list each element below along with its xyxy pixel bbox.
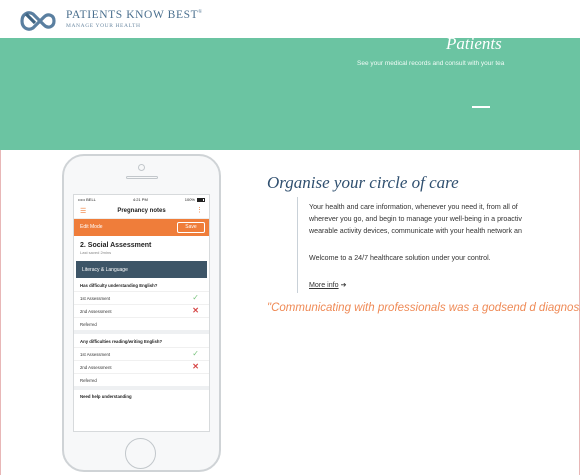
- section-header: 2. Social Assessment Last saved 2mins: [74, 236, 209, 259]
- body-line: wearable activity devices, communicate w…: [309, 227, 522, 235]
- row-label: Referred: [80, 322, 97, 327]
- group-title: Literacy & Language: [82, 267, 128, 273]
- status-battery-group: 100%: [185, 197, 205, 202]
- phone-camera: [138, 164, 145, 171]
- question-row[interactable]: 1st Assessment ✓: [74, 347, 209, 360]
- brand-name[interactable]: PATIENTS KNOW BEST®: [66, 9, 203, 21]
- question-title: Has difficulty understanding English?: [80, 283, 158, 288]
- save-button[interactable]: Save: [177, 222, 205, 233]
- linked-rings-logo-icon[interactable]: [18, 8, 58, 34]
- content-divider: [297, 197, 298, 293]
- section-title: 2. Social Assessment: [80, 242, 152, 249]
- question-row[interactable]: 2nd Assessment ✕: [74, 360, 209, 373]
- hero-divider: [472, 106, 490, 108]
- testimonial-quote: "Communicating with professionals was a …: [267, 302, 580, 314]
- brand-tagline: MANAGE YOUR HEALTH: [66, 23, 141, 29]
- question-title-cut-off: Need help understanding: [80, 394, 132, 399]
- status-time: 4:21 PM: [132, 197, 148, 202]
- body-line: Your health and care information, whenev…: [309, 203, 518, 211]
- question-title: Any difficulties reading/writing English…: [80, 339, 163, 344]
- row-label: 2nd Assessment: [80, 309, 112, 314]
- check-icon[interactable]: ✓: [192, 293, 199, 302]
- content-body: Your health and care information, whenev…: [309, 201, 580, 237]
- row-label: 2nd Assessment: [80, 365, 112, 370]
- section-subtitle: Last saved 2mins: [80, 250, 112, 255]
- row-label: 1st Assessment: [80, 352, 111, 357]
- row-label: 1st Assessment: [80, 296, 111, 301]
- question-block: Has difficulty understanding English? 1s…: [74, 278, 209, 334]
- hero-banner: Patients See your medical records and co…: [0, 38, 580, 150]
- hero-title: Patients: [446, 38, 502, 53]
- status-battery-text: 100%: [184, 197, 195, 202]
- edit-mode-label: Edit Mode: [80, 224, 103, 230]
- question-row[interactable]: 2nd Assessment ✕: [74, 304, 209, 317]
- status-carrier: ••••• BELL: [78, 197, 96, 202]
- row-label: Referred: [80, 378, 97, 383]
- nav-title: Pregnancy notes: [117, 208, 166, 214]
- phone-home-button: [125, 438, 156, 469]
- arrow-right-icon[interactable]: ➔: [341, 281, 347, 289]
- group-header[interactable]: Literacy & Language: [76, 261, 207, 278]
- top-bar: PATIENTS KNOW BEST® MANAGE YOUR HEALTH: [0, 0, 580, 38]
- check-icon[interactable]: ✓: [192, 349, 199, 358]
- question-block: Any difficulties reading/writing English…: [74, 334, 209, 390]
- more-info-row: More info ➔: [309, 280, 347, 289]
- cross-icon[interactable]: ✕: [192, 306, 199, 315]
- welcome-text: Welcome to a 24/7 healthcare solution un…: [309, 254, 491, 262]
- phone-nav-bar: ☰ Pregnancy notes ⋮: [74, 204, 209, 219]
- more-info-link[interactable]: More info: [309, 281, 339, 289]
- question-row[interactable]: 1st Assessment ✓: [74, 291, 209, 304]
- edit-mode-bar: Edit Mode Save: [74, 219, 209, 236]
- phone-screen: ••••• BELL 4:21 PM 100% ☰ Pregnancy note…: [73, 194, 210, 432]
- more-icon[interactable]: ⋮: [196, 206, 203, 214]
- question-row[interactable]: Referred: [74, 317, 209, 330]
- battery-icon: [196, 198, 205, 202]
- body-line: wherever you go, and begin to manage you…: [309, 215, 522, 223]
- hero-subtitle: See your medical records and consult wit…: [357, 60, 505, 67]
- cross-icon[interactable]: ✕: [192, 362, 199, 371]
- question-row[interactable]: Referred: [74, 373, 209, 386]
- phone-mockup: ••••• BELL 4:21 PM 100% ☰ Pregnancy note…: [62, 154, 221, 472]
- phone-status-bar: ••••• BELL 4:21 PM 100%: [74, 195, 209, 204]
- circle-of-care-title: Organise your circle of care: [267, 173, 459, 192]
- phone-speaker: [126, 176, 158, 179]
